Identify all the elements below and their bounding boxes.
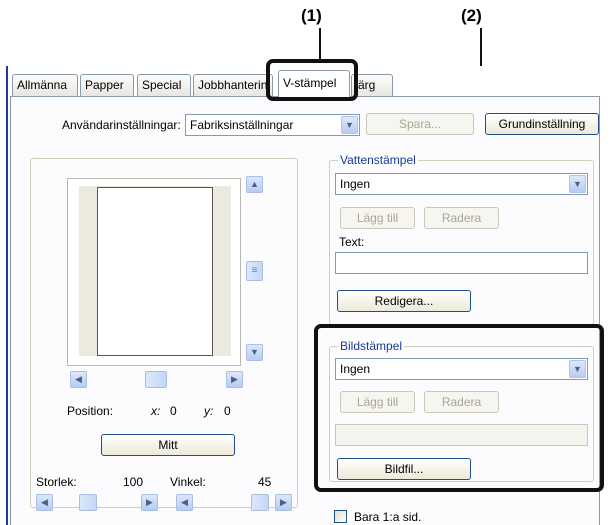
angle-label: Vinkel:	[170, 475, 206, 489]
callout-1-line	[319, 28, 321, 62]
user-settings-label: Användarinställningar:	[62, 118, 181, 132]
callout-2-highlight	[314, 324, 604, 492]
size-value: 100	[123, 475, 144, 489]
size-decrease-icon[interactable]: ◀	[36, 494, 53, 511]
tab-paper[interactable]: Papper	[80, 74, 134, 96]
size-increase-icon[interactable]: ▶	[141, 494, 158, 511]
scroll-right-icon[interactable]: ▶	[226, 371, 243, 388]
watermark-add-button[interactable]: Lägg till	[340, 207, 415, 229]
callout-2-label: (2)	[461, 6, 482, 25]
tab-general[interactable]: Allmänna	[12, 74, 78, 96]
size-label: Storlek:	[36, 475, 77, 489]
center-button[interactable]: Mitt	[101, 434, 235, 456]
tab-job-handling[interactable]: Jobbhanterin	[193, 74, 273, 96]
watermark-group-title: Vattenstämpel	[338, 153, 418, 167]
scroll-up-icon[interactable]: ▲	[246, 176, 263, 193]
watermark-text-input[interactable]	[335, 252, 588, 274]
position-label: Position:	[67, 404, 114, 418]
tab-special[interactable]: Special	[137, 74, 191, 96]
user-settings-value: Fabriksinställningar	[190, 118, 294, 132]
watermark-text-label: Text:	[339, 235, 365, 249]
watermark-value: Ingen	[340, 177, 371, 191]
tab-watermark[interactable]: V-stämpel	[278, 70, 350, 97]
callout-1-label: (1)	[301, 6, 322, 25]
save-button[interactable]: Spara...	[366, 113, 474, 135]
scroll-left-icon[interactable]: ◀	[70, 371, 87, 388]
vertical-scroll-thumb[interactable]: ≡	[246, 261, 263, 281]
preview-page	[97, 187, 213, 356]
first-page-only-label: Bara 1:a sid.	[354, 510, 422, 524]
default-settings-button[interactable]: Grundinställning	[485, 113, 599, 135]
y-value: 0	[224, 404, 231, 418]
user-settings-select[interactable]: Fabriksinställningar ▼	[185, 114, 360, 136]
chevron-down-icon[interactable]: ▼	[569, 175, 586, 193]
first-page-only-checkbox[interactable]	[334, 510, 347, 523]
angle-increase-icon[interactable]: ▶	[275, 494, 292, 511]
angle-decrease-icon[interactable]: ◀	[176, 494, 193, 511]
horizontal-scroll-thumb[interactable]	[145, 371, 167, 388]
angle-value: 45	[258, 475, 272, 489]
watermark-select[interactable]: Ingen ▼	[335, 173, 588, 195]
watermark-edit-button[interactable]: Redigera...	[337, 290, 471, 312]
chevron-down-icon[interactable]: ▼	[341, 116, 358, 134]
scroll-down-icon[interactable]: ▼	[246, 344, 263, 361]
size-scroll-thumb[interactable]	[79, 494, 97, 511]
grip-icon: ≡	[251, 265, 258, 276]
x-value: 0	[170, 404, 177, 418]
y-label: y:	[204, 404, 214, 418]
angle-scroll-thumb[interactable]	[251, 494, 269, 511]
x-label: x:	[151, 404, 161, 418]
watermark-delete-button[interactable]: Radera	[424, 207, 499, 229]
